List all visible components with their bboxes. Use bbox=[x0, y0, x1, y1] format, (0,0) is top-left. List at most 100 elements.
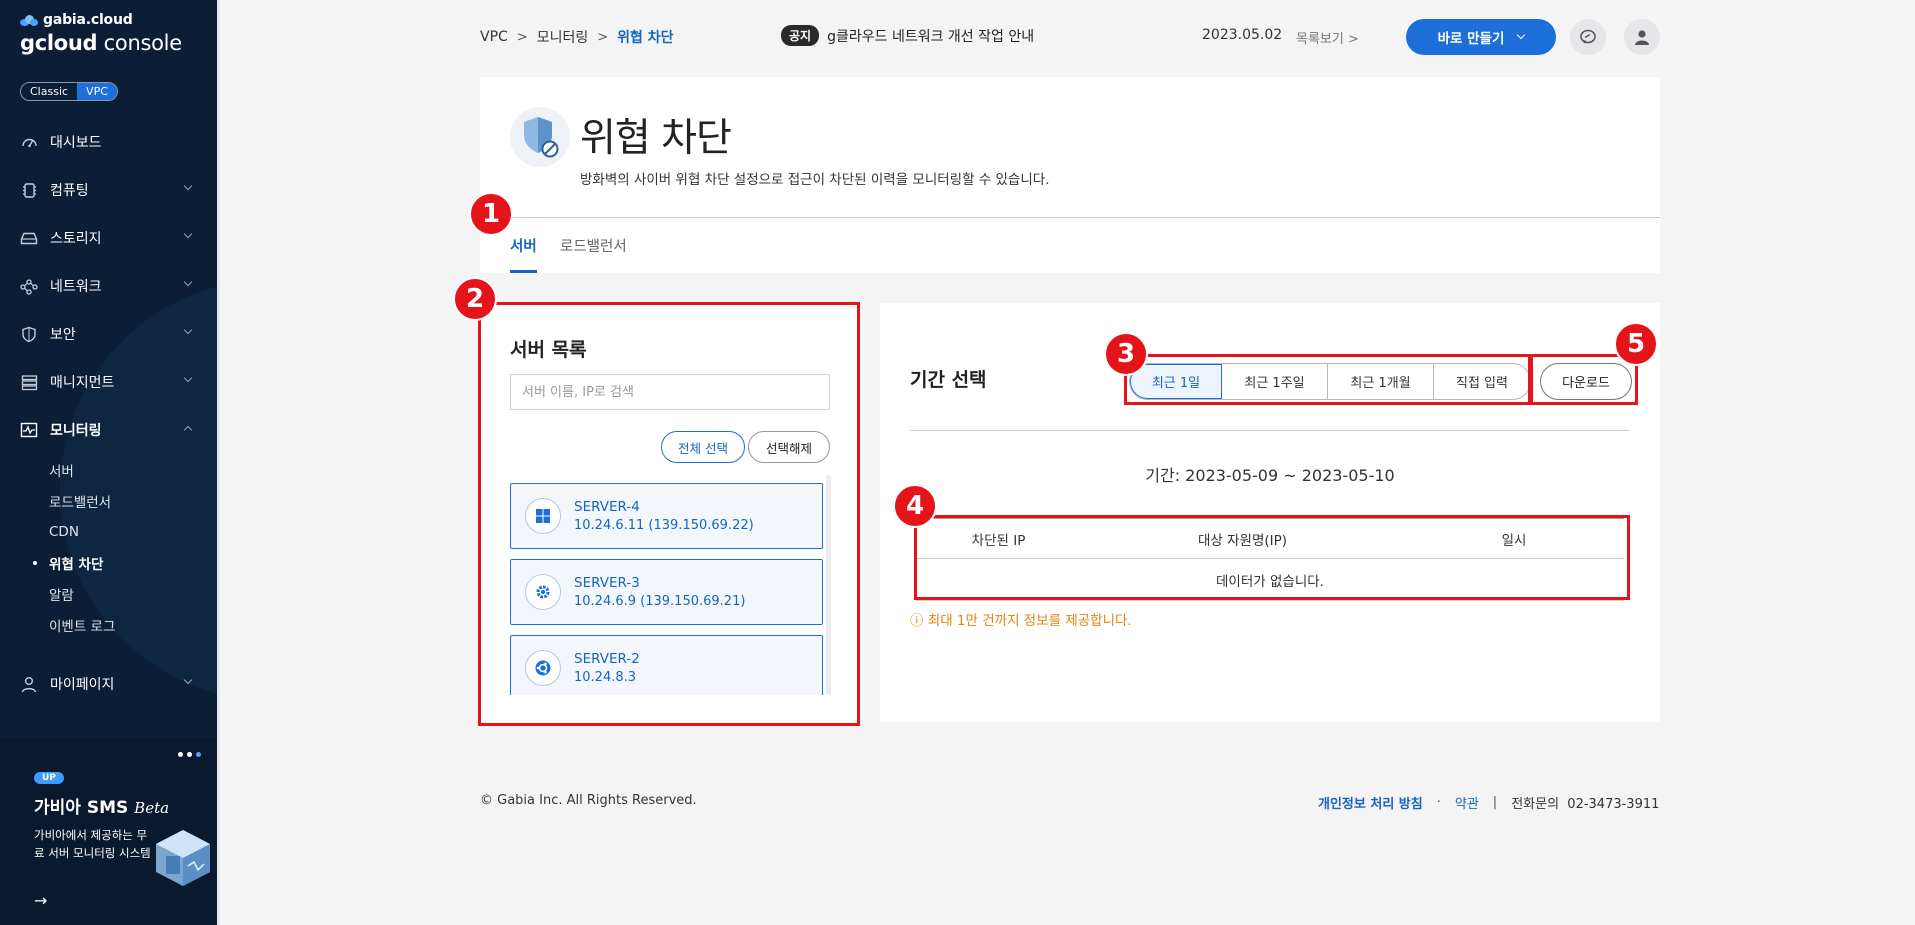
annotation-box-4 bbox=[914, 515, 1630, 600]
monitor-icon bbox=[20, 421, 38, 439]
threat-block-icon bbox=[510, 107, 570, 167]
sidebar-item-monitoring[interactable]: 모니터링 bbox=[0, 406, 217, 454]
sidebar-item-label: 모니터링 bbox=[50, 423, 102, 439]
monitoring-submenu: 서버 로드밸런서 CDN 위협 차단 알람 이벤트 로그 bbox=[0, 454, 217, 640]
carousel-dots[interactable] bbox=[178, 752, 201, 757]
annotation-badge-5: 5 bbox=[1614, 322, 1658, 366]
sidebar-item-label: 보안 bbox=[50, 327, 76, 343]
terms-link[interactable]: 약관 bbox=[1455, 793, 1479, 812]
chevron-down-icon bbox=[183, 325, 193, 335]
page-title: 위협 차단 bbox=[580, 116, 732, 161]
sidebar-item-label: 네트워크 bbox=[50, 279, 102, 295]
sidebar-item-dashboard[interactable]: 대시보드 bbox=[0, 118, 217, 166]
notice-list-link[interactable]: 목록보기 > bbox=[1296, 28, 1359, 47]
divider bbox=[480, 217, 1660, 218]
submenu-item-event-log[interactable]: 이벤트 로그 bbox=[49, 609, 217, 640]
brand-main-text: gcloud bbox=[20, 31, 98, 55]
promo-badge: UP bbox=[34, 772, 64, 784]
brand-top-text: gabia.cloud bbox=[43, 12, 133, 28]
network-icon bbox=[20, 277, 38, 295]
chip-icon bbox=[20, 181, 38, 199]
limit-warning: ⓘ 최대 1만 건까지 정보를 제공합니다. bbox=[910, 613, 1132, 629]
sidebar-item-label: 매니지먼트 bbox=[50, 375, 115, 391]
breadcrumb-separator: > bbox=[597, 29, 609, 45]
chat-button[interactable] bbox=[1570, 19, 1606, 55]
sidebar-item-label: 대시보드 bbox=[50, 135, 102, 151]
period-range: 기간: 2023-05-09 ~ 2023-05-10 bbox=[1145, 466, 1395, 485]
annotation-box-5 bbox=[1530, 354, 1638, 405]
annotation-badge-4: 4 bbox=[893, 484, 937, 528]
platform-switch[interactable]: Classic VPC bbox=[20, 82, 118, 101]
sidebar-nav: 대시보드 컴퓨팅 스토리지 네트워크 보안 매니지먼트 모니터링 서버 로드밸런… bbox=[0, 118, 217, 708]
notice-date: 2023.05.02 bbox=[1202, 27, 1283, 43]
shield-icon bbox=[20, 325, 38, 343]
management-icon bbox=[20, 373, 38, 391]
phone-contact: 전화문의 02-3473-3911 bbox=[1511, 797, 1660, 812]
chevron-down-icon bbox=[1517, 30, 1526, 40]
cloud-icon bbox=[20, 14, 38, 26]
profile-button[interactable] bbox=[1624, 19, 1660, 55]
switch-vpc[interactable]: VPC bbox=[77, 83, 117, 100]
submenu-item-threat-block[interactable]: 위협 차단 bbox=[33, 547, 217, 578]
breadcrumb-vpc[interactable]: VPC bbox=[480, 29, 508, 45]
submenu-item-alarm[interactable]: 알람 bbox=[49, 578, 217, 609]
create-button-label: 바로 만들기 bbox=[1437, 31, 1505, 47]
footer-separator: | bbox=[1492, 795, 1498, 810]
arrow-right-icon[interactable]: → bbox=[34, 891, 47, 910]
promo-banner[interactable]: UP 가비아 SMS Beta 가비아에서 제공하는 무료 서버 모니터링 시스… bbox=[0, 738, 217, 925]
submenu-item-load-balancer[interactable]: 로드밸런서 bbox=[49, 485, 217, 516]
breadcrumb: VPC > 모니터링 > 위협 차단 bbox=[480, 27, 674, 47]
page-description: 방화벽의 사이버 위협 차단 설정으로 접근이 차단된 이력을 모니터링할 수 … bbox=[580, 172, 1050, 188]
sidebar-item-storage[interactable]: 스토리지 bbox=[0, 214, 217, 262]
create-button[interactable]: 바로 만들기 bbox=[1406, 19, 1556, 55]
page-header: 위협 차단 방화벽의 사이버 위협 차단 설정으로 접근이 차단된 이력을 모니… bbox=[480, 77, 1660, 273]
chevron-down-icon bbox=[183, 277, 193, 287]
breadcrumb-monitoring[interactable]: 모니터링 bbox=[537, 27, 589, 47]
footer-links: 개인정보 처리 방침 · 약관 | 전화문의 02-3473-3911 bbox=[1318, 793, 1659, 812]
breadcrumb-separator: > bbox=[516, 29, 528, 45]
footer-dot: · bbox=[1436, 795, 1441, 810]
annotation-box-3 bbox=[1124, 354, 1531, 405]
annotation-badge-1: 1 bbox=[469, 192, 513, 236]
storage-icon bbox=[20, 229, 38, 247]
chevron-up-icon bbox=[183, 425, 193, 435]
sidebar-item-security[interactable]: 보안 bbox=[0, 310, 217, 358]
sidebar-item-computing[interactable]: 컴퓨팅 bbox=[0, 166, 217, 214]
submenu-item-server[interactable]: 서버 bbox=[49, 454, 217, 485]
sidebar-item-network[interactable]: 네트워크 bbox=[0, 262, 217, 310]
chevron-down-icon bbox=[183, 373, 193, 383]
chevron-down-icon bbox=[183, 181, 193, 191]
privacy-policy-link[interactable]: 개인정보 처리 방침 bbox=[1318, 793, 1423, 812]
tab-load-balancer[interactable]: 로드밸런서 bbox=[560, 235, 627, 273]
annotation-badge-3: 3 bbox=[1104, 332, 1148, 376]
chevron-down-icon bbox=[183, 675, 193, 685]
user-icon bbox=[1635, 30, 1649, 45]
promo-title: 가비아 SMS Beta bbox=[34, 798, 170, 818]
sidebar-item-label: 컴퓨팅 bbox=[50, 183, 89, 199]
tab-server[interactable]: 서버 bbox=[510, 235, 537, 273]
notice-text[interactable]: g클라우드 네트워크 개선 작업 안내 bbox=[827, 26, 1034, 46]
period-title: 기간 선택 bbox=[910, 369, 987, 391]
chevron-down-icon bbox=[183, 229, 193, 239]
sidebar-item-label: 마이페이지 bbox=[50, 677, 115, 693]
chat-icon bbox=[1580, 29, 1596, 44]
server-cube-icon bbox=[156, 830, 210, 886]
user-icon bbox=[20, 675, 38, 693]
breadcrumb-current: 위협 차단 bbox=[617, 30, 674, 46]
divider bbox=[910, 430, 1630, 431]
switch-classic[interactable]: Classic bbox=[21, 83, 77, 100]
sidebar-item-management[interactable]: 매니지먼트 bbox=[0, 358, 217, 406]
copyright: © Gabia Inc. All Rights Reserved. bbox=[480, 793, 697, 808]
brand-logo[interactable]: gabia.cloud gcloud console bbox=[20, 12, 182, 55]
brand-main-suffix: console bbox=[97, 31, 182, 55]
submenu-item-cdn[interactable]: CDN bbox=[49, 516, 217, 547]
sidebar-item-label: 스토리지 bbox=[50, 231, 102, 247]
promo-desc: 가비아에서 제공하는 무료 서버 모니터링 시스템 bbox=[34, 828, 151, 860]
dashboard-icon bbox=[20, 133, 38, 151]
annotation-badge-2: 2 bbox=[453, 277, 497, 321]
sidebar: gabia.cloud gcloud console Classic VPC 대… bbox=[0, 0, 220, 925]
notice-bar[interactable]: 공지 g클라우드 네트워크 개선 작업 안내 bbox=[781, 25, 1034, 46]
notice-tag: 공지 bbox=[781, 25, 820, 46]
sidebar-item-mypage[interactable]: 마이페이지 bbox=[0, 660, 217, 708]
annotation-box-2 bbox=[478, 302, 860, 726]
